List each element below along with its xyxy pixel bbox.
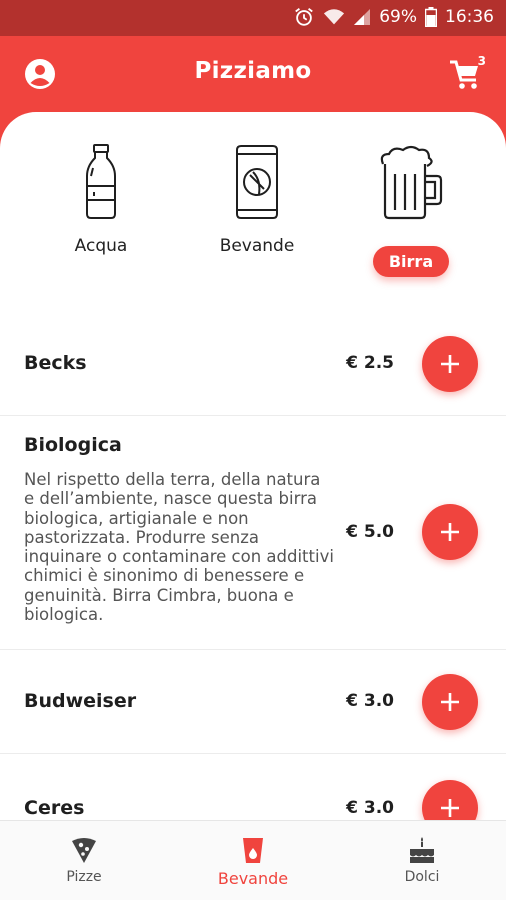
plus-icon bbox=[441, 693, 459, 711]
plus-icon bbox=[441, 523, 459, 541]
alarm-icon bbox=[295, 8, 314, 26]
add-to-cart-button[interactable] bbox=[422, 674, 478, 730]
product-name: Budweiser bbox=[24, 690, 137, 712]
product-name: Biologica bbox=[24, 434, 122, 456]
plus-icon bbox=[441, 799, 459, 817]
add-to-cart-button[interactable] bbox=[422, 780, 478, 820]
category-birra[interactable]: Birra bbox=[336, 142, 486, 277]
category-acqua[interactable]: Acqua bbox=[26, 142, 176, 256]
product-price: € 3.0 bbox=[346, 798, 394, 818]
product-price: € 2.5 bbox=[346, 353, 394, 373]
battery-percentage: 69% bbox=[379, 7, 417, 27]
water-bottle-icon bbox=[86, 144, 116, 219]
wifi-icon bbox=[324, 9, 345, 25]
category-label-selected: Birra bbox=[372, 246, 450, 277]
product-description: Nel rispetto della terra, della natura e… bbox=[24, 470, 334, 625]
product-row: Becks € 2.5 bbox=[0, 312, 506, 416]
nav-item-bevande[interactable]: Bevande bbox=[193, 835, 313, 888]
nav-label: Bevande bbox=[217, 869, 289, 888]
app-bar: Pizziamo 3 bbox=[0, 36, 506, 112]
status-bar: 69% 16:36 bbox=[0, 0, 506, 36]
clock: 16:36 bbox=[445, 7, 494, 27]
battery-icon bbox=[425, 7, 437, 27]
beer-mug-icon bbox=[380, 145, 443, 220]
bottom-navigation: Pizze Bevande Dolci bbox=[0, 820, 506, 900]
product-price: € 3.0 bbox=[346, 691, 394, 711]
nav-item-pizze[interactable]: Pizze bbox=[24, 835, 144, 885]
nav-item-dolci[interactable]: Dolci bbox=[362, 835, 482, 885]
plus-icon bbox=[441, 355, 459, 373]
add-to-cart-button[interactable] bbox=[422, 504, 478, 560]
cart-count-badge: 3 bbox=[477, 54, 486, 68]
cake-icon bbox=[410, 837, 434, 863]
product-price: € 5.0 bbox=[346, 522, 394, 542]
drink-cup-icon bbox=[243, 838, 263, 863]
content-sheet: Acqua Bevande Birra Becks € 2.5 Biologic… bbox=[0, 112, 506, 820]
nav-label: Dolci bbox=[404, 869, 440, 885]
product-name: Becks bbox=[24, 352, 87, 374]
product-row: Ceres € 3.0 bbox=[0, 754, 506, 820]
add-to-cart-button[interactable] bbox=[422, 336, 478, 392]
signal-icon bbox=[354, 9, 371, 25]
category-label: Bevande bbox=[219, 236, 295, 256]
category-selector: Acqua Bevande Birra bbox=[0, 112, 506, 312]
nav-label: Pizze bbox=[66, 869, 102, 885]
pizza-slice-icon bbox=[72, 838, 96, 863]
product-list: Becks € 2.5 Biologica Nel rispetto della… bbox=[0, 312, 506, 820]
category-label: Acqua bbox=[74, 236, 128, 256]
product-name: Ceres bbox=[24, 797, 85, 819]
product-row: Budweiser € 3.0 bbox=[0, 650, 506, 754]
soda-can-icon bbox=[236, 145, 278, 219]
app-title: Pizziamo bbox=[194, 58, 312, 84]
product-row: Biologica Nel rispetto della terra, dell… bbox=[0, 416, 506, 650]
category-bevande[interactable]: Bevande bbox=[182, 142, 332, 256]
